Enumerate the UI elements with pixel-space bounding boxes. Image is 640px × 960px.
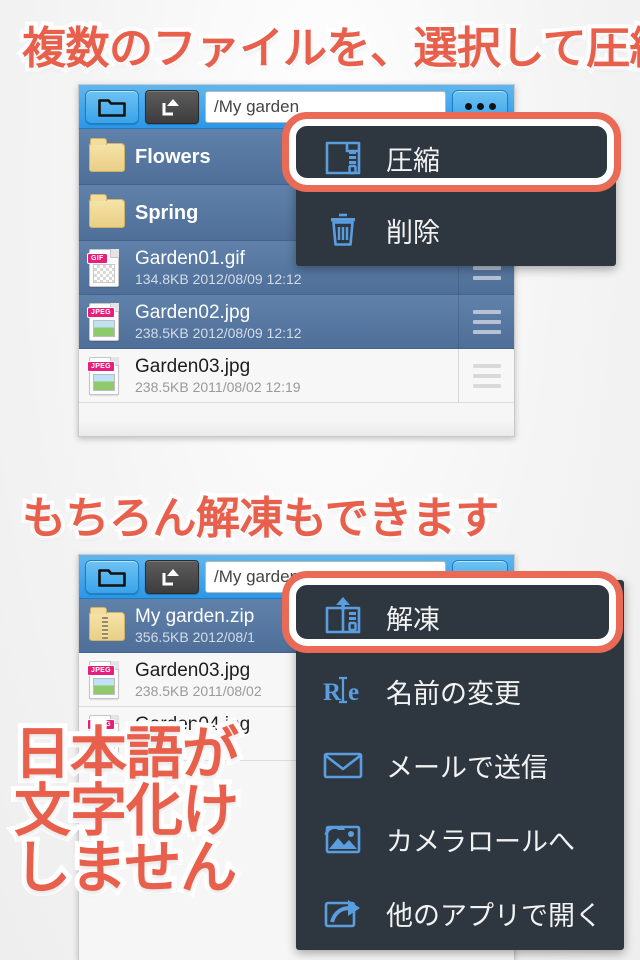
list-item[interactable]: JPEG Garden02.jpg 238.5KB 2012/08/09 12:… (79, 295, 514, 349)
jpeg-file-icon: JPEG (87, 660, 123, 700)
svg-text:e: e (348, 679, 359, 706)
list-bottom-fade (79, 420, 514, 436)
up-arrow-icon (162, 568, 179, 585)
camera-roll-icon (324, 825, 361, 854)
file-type-badge: JPEG (87, 360, 115, 372)
folder-icon (89, 193, 125, 233)
path-value: /My garden (214, 566, 300, 586)
overlay-line-2: 文字化け (9, 778, 244, 845)
path-value: /My garden (214, 96, 300, 116)
compress-icon (325, 141, 361, 175)
headline-extract: もちろん解凍もできます (18, 490, 503, 547)
headline-compress: 複数のファイルを、選択して圧縮 (18, 20, 640, 77)
file-meta: 238.5KB 2011/08/02 12:19 (135, 378, 301, 395)
folder-button[interactable] (85, 559, 139, 594)
menu-item-label: 解凍 (386, 604, 440, 635)
ellipsis-icon (464, 573, 496, 580)
reorder-handle-icon[interactable] (458, 295, 514, 348)
gif-file-icon: GIF (87, 248, 123, 288)
context-menu-compress: 圧縮 削除 (296, 122, 616, 266)
menu-item-compress[interactable]: 圧縮 (296, 122, 616, 194)
overlay-line-1: 日本語が (9, 721, 244, 788)
overlay-line-3: しません (9, 835, 242, 902)
menu-item-label: 他のアプリで開く (386, 900, 602, 931)
jpeg-file-icon: JPEG (87, 302, 123, 342)
parent-directory-button[interactable] (145, 559, 199, 594)
context-menu-extract: 解凍 R e 名前の変更 メールで送信 カメラロールへ 他のアプリで開く (296, 580, 624, 950)
rename-icon: R e (323, 676, 359, 706)
reorder-handle-icon[interactable] (458, 349, 514, 402)
ellipsis-icon (464, 103, 496, 110)
path-input[interactable]: /My garden (205, 90, 446, 123)
menu-item-label: カメラロールへ (386, 826, 575, 857)
list-item[interactable]: JPEG Garden03.jpg 238.5KB 2011/08/02 12:… (79, 349, 514, 403)
menu-item-send-mail[interactable]: メールで送信 (296, 728, 624, 802)
trash-icon (331, 213, 355, 246)
file-type-badge: JPEG (87, 306, 115, 318)
file-type-badge: JPEG (87, 664, 115, 676)
parent-directory-button[interactable] (145, 89, 199, 124)
more-actions-button[interactable] (452, 89, 508, 124)
menu-pointer-caret (283, 146, 296, 168)
folder-button[interactable] (85, 89, 139, 124)
zip-file-icon (89, 606, 125, 646)
file-type-badge: GIF (87, 252, 108, 264)
jpeg-file-icon: JPEG (87, 356, 123, 396)
menu-item-label: 名前の変更 (386, 678, 521, 709)
menu-item-label: 削除 (386, 217, 440, 248)
menu-item-extract[interactable]: 解凍 (296, 580, 624, 654)
open-in-icon (324, 900, 360, 928)
menu-pointer-caret (283, 604, 296, 626)
extract-icon (325, 597, 361, 634)
menu-item-rename[interactable]: R e 名前の変更 (296, 654, 624, 728)
file-meta: 134.8KB 2012/08/09 12:12 (135, 270, 302, 287)
up-arrow-icon (162, 98, 179, 115)
overlay-japanese-support: 日本語が 文字化け しません (9, 721, 244, 902)
menu-item-label: メールで送信 (386, 752, 548, 783)
folder-icon (98, 568, 126, 587)
mail-icon (323, 752, 363, 779)
menu-item-label: 圧縮 (386, 145, 440, 176)
file-name: Garden02.jpg (135, 301, 251, 323)
file-meta: 238.5KB 2012/08/09 12:12 (135, 324, 302, 341)
file-name: Garden03.jpg (135, 355, 251, 377)
menu-item-camera-roll[interactable]: カメラロールへ (296, 802, 624, 876)
folder-icon (98, 98, 126, 117)
folder-icon (89, 137, 125, 177)
menu-item-open-in[interactable]: 他のアプリで開く (296, 876, 624, 950)
menu-item-delete[interactable]: 削除 (296, 194, 616, 266)
